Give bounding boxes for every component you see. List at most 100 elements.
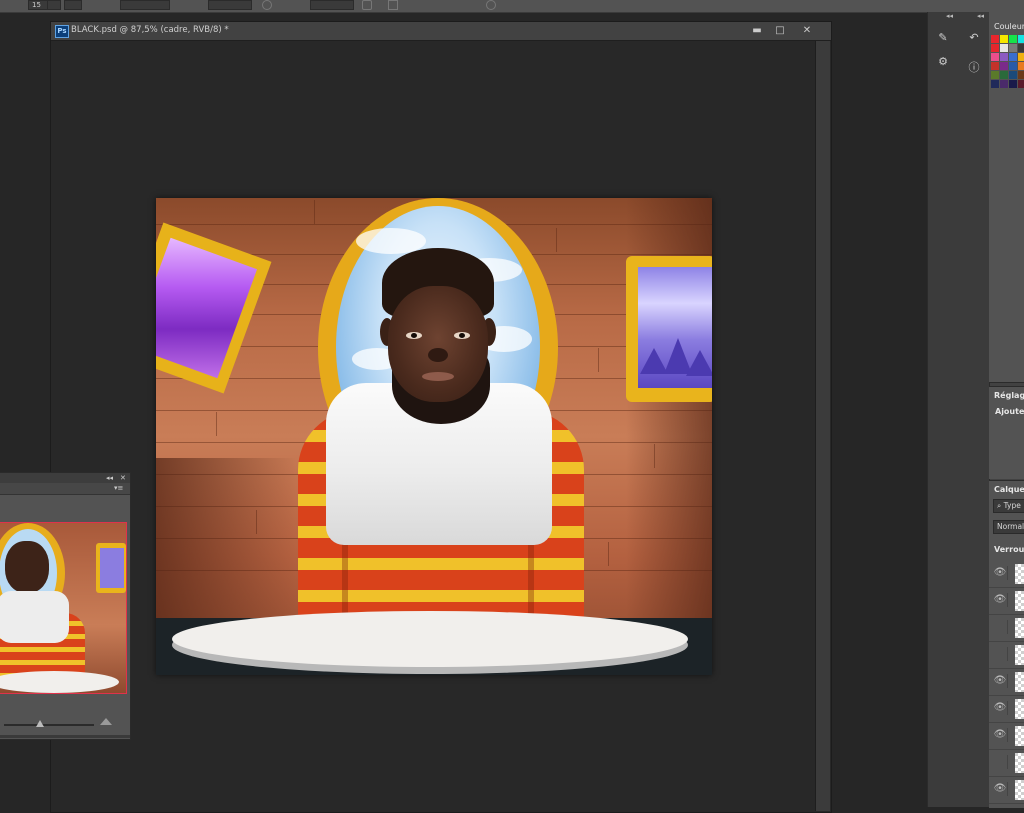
layer-row[interactable] (989, 750, 1024, 777)
lock-label: Verrou : (994, 545, 1024, 554)
collapse-panel-icon[interactable]: ◂◂ (106, 473, 113, 483)
close-button[interactable]: ✕ (796, 23, 818, 38)
sample-icon[interactable] (388, 0, 398, 10)
layer-thumbnail (1015, 672, 1024, 692)
color-swatch[interactable] (991, 44, 999, 52)
hidden-layer-box[interactable] (993, 620, 1008, 634)
color-swatch[interactable] (991, 71, 999, 79)
layer-thumbnail (1015, 618, 1024, 638)
color-swatch[interactable] (1000, 35, 1008, 43)
brush-picker-arrow[interactable] (47, 0, 61, 10)
wood-seam (216, 412, 217, 436)
color-swatch[interactable] (1009, 62, 1017, 70)
color-swatch[interactable] (1009, 80, 1017, 88)
vertical-scrollbar[interactable] (815, 41, 830, 811)
preview-face (5, 541, 49, 593)
color-swatch[interactable] (1000, 44, 1008, 52)
navigator-panel: ◂◂ ✕ ▾≡ (0, 472, 131, 740)
color-swatch[interactable] (1009, 35, 1017, 43)
color-swatch[interactable] (1009, 44, 1017, 52)
document-title-bar[interactable]: Ps BLACK.psd @ 87,5% (cadre, RVB/8) * ▬ … (51, 22, 831, 41)
layer-thumbnail (1015, 645, 1024, 665)
hidden-layer-box[interactable] (993, 647, 1008, 661)
pupil (411, 333, 417, 338)
layer-thumbnail (1015, 699, 1024, 719)
maximize-button[interactable]: □ (769, 23, 791, 38)
navigator-tab-bar[interactable]: ▾≡ (0, 483, 130, 495)
color-swatch[interactable] (991, 53, 999, 61)
mode-field[interactable] (120, 0, 170, 10)
layers-panel-title[interactable]: Calques (994, 485, 1024, 494)
layer-row[interactable]: 👁 (989, 696, 1024, 723)
opacity-field[interactable] (208, 0, 252, 10)
color-swatch[interactable] (1018, 53, 1024, 61)
layer-row[interactable] (989, 642, 1024, 669)
collapse-dock-icon[interactable]: ◂◂ (977, 12, 984, 20)
photoshop-logo-icon: Ps (55, 25, 69, 38)
mouth (422, 372, 454, 381)
brush-panel-toggle[interactable] (64, 0, 82, 10)
layer-filter-field[interactable]: ⌕ Type (993, 499, 1024, 513)
color-swatch[interactable] (1018, 62, 1024, 70)
tool-preset-icon[interactable]: ⚙ (935, 54, 951, 70)
navigator-preview[interactable] (0, 522, 127, 694)
layer-row[interactable]: 👁 (989, 669, 1024, 696)
layer-row[interactable]: 👁 (989, 561, 1024, 588)
flow-field[interactable] (310, 0, 354, 10)
navigator-panel-header[interactable]: ◂◂ ✕ (0, 473, 130, 483)
color-swatch[interactable] (1000, 71, 1008, 79)
history-icon[interactable]: ↶ (966, 30, 982, 46)
color-swatch[interactable] (1018, 44, 1024, 52)
collapsed-panel-strip: ◂◂ ↶ ⓘ (959, 12, 990, 807)
panel-footer (0, 735, 130, 738)
eye-icon[interactable]: 👁 (993, 593, 1008, 607)
eye (406, 332, 422, 339)
collapse-dock-icon[interactable]: ◂◂ (946, 12, 953, 20)
layer-row[interactable]: 👁 (989, 777, 1024, 804)
color-swatch[interactable] (991, 35, 999, 43)
color-swatch[interactable] (1000, 53, 1008, 61)
color-swatch[interactable] (1000, 62, 1008, 70)
eye-icon[interactable]: 👁 (993, 674, 1008, 688)
color-swatch[interactable] (991, 80, 999, 88)
wood-seam (556, 228, 557, 252)
zoom-slider-knob[interactable] (36, 720, 44, 727)
close-panel-icon[interactable]: ✕ (120, 473, 126, 483)
hidden-layer-box[interactable] (993, 755, 1008, 769)
color-swatch[interactable] (1009, 53, 1017, 61)
airbrush-icon[interactable] (362, 0, 372, 10)
layer-row[interactable] (989, 615, 1024, 642)
round-table-top (172, 611, 688, 667)
info-icon[interactable]: ⓘ (966, 60, 982, 76)
wall-shadow (156, 458, 296, 618)
color-panel: Couleur (989, 12, 1024, 383)
adjustments-panel-title[interactable]: Réglages (994, 391, 1024, 400)
wood-seam (314, 200, 315, 224)
color-panel-title[interactable]: Couleur (994, 22, 1024, 31)
layer-row[interactable]: 👁 (989, 723, 1024, 750)
artwork-canvas[interactable] (156, 198, 712, 675)
layer-row[interactable]: 👁 (989, 588, 1024, 615)
color-swatch[interactable] (1018, 71, 1024, 79)
pressure-size-icon[interactable] (486, 0, 496, 10)
brush-preset-icon[interactable]: ✎ (935, 30, 951, 46)
minimize-button[interactable]: ▬ (746, 23, 768, 38)
panel-menu-icon[interactable]: ▾≡ (114, 483, 123, 494)
color-swatch[interactable] (1018, 80, 1024, 88)
wood-seam (608, 542, 609, 566)
pressure-opacity-icon[interactable] (262, 0, 272, 10)
adjustments-panel: Réglages Ajouter (989, 386, 1024, 479)
nose (428, 348, 448, 362)
eye-icon[interactable]: 👁 (993, 782, 1008, 796)
color-swatch[interactable] (1009, 71, 1017, 79)
color-swatch[interactable] (1018, 35, 1024, 43)
eye-icon[interactable]: 👁 (993, 566, 1008, 580)
eye-icon[interactable]: 👁 (993, 701, 1008, 715)
layer-thumbnail (1015, 591, 1024, 611)
zoom-in-mountain-icon[interactable] (100, 718, 112, 725)
eye-icon[interactable]: 👁 (993, 728, 1008, 742)
blend-mode-select[interactable]: Normal (993, 520, 1024, 534)
color-swatch[interactable] (991, 62, 999, 70)
color-swatch[interactable] (1000, 80, 1008, 88)
zoom-slider[interactable] (4, 724, 94, 726)
